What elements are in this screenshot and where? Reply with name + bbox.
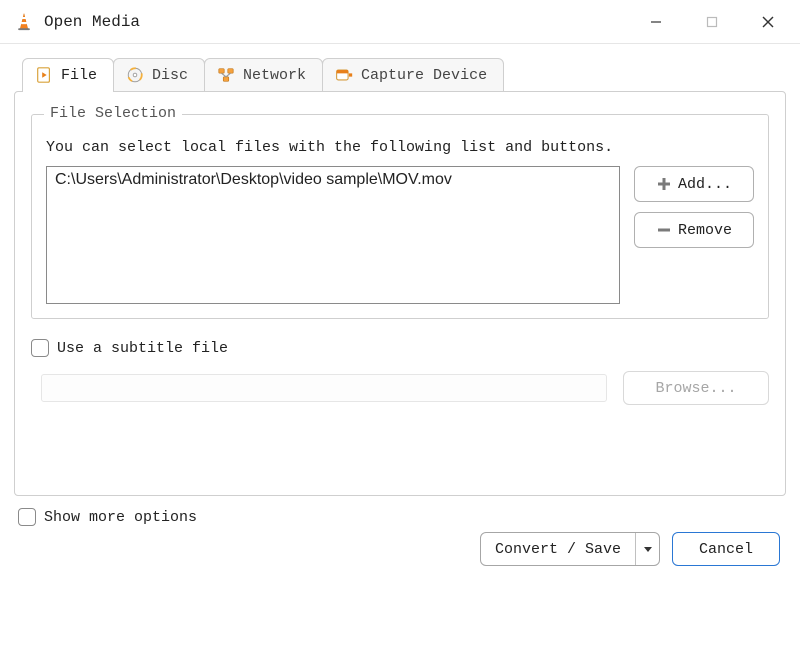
group-legend: File Selection xyxy=(44,105,182,122)
file-list[interactable]: C:\Users\Administrator\Desktop\video sam… xyxy=(46,166,620,304)
disc-icon xyxy=(126,66,144,84)
button-label: Cancel xyxy=(699,541,753,558)
add-button[interactable]: Add... xyxy=(634,166,754,202)
window-title: Open Media xyxy=(44,13,140,31)
button-label: Browse... xyxy=(655,380,736,397)
subtitle-path-input xyxy=(41,374,607,402)
tab-label: File xyxy=(61,67,97,84)
tab-label: Capture Device xyxy=(361,67,487,84)
tab-network[interactable]: Network xyxy=(204,58,323,92)
button-label[interactable]: Convert / Save xyxy=(481,533,635,565)
file-icon xyxy=(35,66,53,84)
close-button[interactable] xyxy=(740,0,796,44)
show-more-label: Show more options xyxy=(44,509,197,526)
tabs: File Disc Network xyxy=(14,58,786,496)
tab-label: Network xyxy=(243,67,306,84)
remove-button[interactable]: Remove xyxy=(634,212,754,248)
file-selection-hint: You can select local files with the foll… xyxy=(46,139,754,156)
tab-capture-device[interactable]: Capture Device xyxy=(322,58,504,92)
button-label: Remove xyxy=(678,222,732,239)
convert-save-dropdown[interactable] xyxy=(635,533,659,565)
convert-save-button[interactable]: Convert / Save xyxy=(480,532,660,566)
chevron-down-icon xyxy=(643,544,653,554)
minus-icon xyxy=(656,222,672,238)
file-list-item[interactable]: C:\Users\Administrator\Desktop\video sam… xyxy=(55,171,611,189)
vlc-cone-icon xyxy=(14,12,34,32)
subtitle-checkbox[interactable] xyxy=(31,339,49,357)
button-label: Add... xyxy=(678,176,732,193)
minimize-button[interactable] xyxy=(628,0,684,44)
tab-panel-file: File Selection You can select local file… xyxy=(14,91,786,496)
tab-file[interactable]: File xyxy=(22,58,114,92)
maximize-button[interactable] xyxy=(684,0,740,44)
cancel-button[interactable]: Cancel xyxy=(672,532,780,566)
tab-disc[interactable]: Disc xyxy=(113,58,205,92)
capture-device-icon xyxy=(335,66,353,84)
show-more-checkbox[interactable] xyxy=(18,508,36,526)
network-icon xyxy=(217,66,235,84)
file-selection-group: File Selection You can select local file… xyxy=(31,114,769,319)
browse-button: Browse... xyxy=(623,371,769,405)
tab-label: Disc xyxy=(152,67,188,84)
titlebar: Open Media xyxy=(0,0,800,44)
subtitle-label: Use a subtitle file xyxy=(57,340,228,357)
window-controls xyxy=(628,0,796,44)
plus-icon xyxy=(656,176,672,192)
